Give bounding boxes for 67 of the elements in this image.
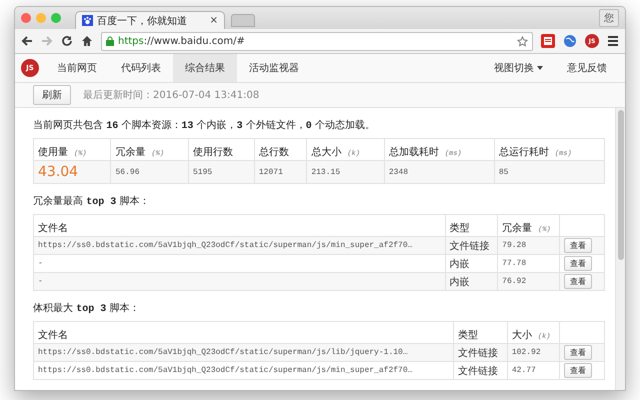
column-header: 冗余量 xyxy=(502,223,532,234)
view-switch-menu[interactable]: 视图切换 xyxy=(482,54,555,82)
nav-tab[interactable]: 综合结果 xyxy=(173,54,237,82)
url-text: https://www.baidu.com/# xyxy=(118,36,246,46)
column-header: 总行数 xyxy=(258,147,289,158)
column-header: 冗余量 xyxy=(115,147,146,158)
column-header: 使用行数 xyxy=(192,147,233,158)
view-button[interactable]: 查看 xyxy=(564,256,592,271)
refresh-button[interactable]: 刷新 xyxy=(33,85,71,105)
stat-value: 213.15 xyxy=(306,160,384,184)
summary-text: 当前网页共包含 16 个脚本资源：13 个内嵌，3 个外链文件，0 个动态加载。 xyxy=(33,118,376,132)
star-icon[interactable] xyxy=(517,36,528,46)
type-cell: 文件链接 xyxy=(454,344,508,362)
feedback-link[interactable]: 意见反馈 xyxy=(555,54,619,82)
home-icon[interactable] xyxy=(81,35,93,47)
close-button[interactable] xyxy=(21,13,31,23)
paw-icon xyxy=(82,15,93,26)
column-header: 文件名 xyxy=(38,223,68,234)
column-header: 总加载耗时 xyxy=(388,147,439,158)
column-header: 总运行耗时 xyxy=(498,147,549,158)
column-header: 类型 xyxy=(450,223,470,234)
view-button[interactable]: 查看 xyxy=(564,345,592,360)
value-cell: 102.92 xyxy=(507,344,560,362)
column-header: 类型 xyxy=(458,330,478,341)
stat-value: 43.04 xyxy=(34,160,111,184)
stat-value: 12071 xyxy=(254,160,307,184)
nav-tab[interactable]: 当前网页 xyxy=(45,54,109,82)
value-cell: 79.28 xyxy=(498,236,560,254)
stat-value: 2348 xyxy=(384,160,494,184)
type-cell: 内嵌 xyxy=(445,272,498,290)
menu-icon[interactable] xyxy=(607,35,619,47)
caret-icon xyxy=(537,66,543,70)
view-button[interactable]: 查看 xyxy=(564,274,592,289)
column-header: 大小 xyxy=(512,330,532,341)
file-cell: https://ss0.bdstatic.com/5aV1bjqh_Q23odCf/static/superman/js/min_super_af2f70… xyxy=(34,362,454,380)
browser-tab[interactable]: 百度一下，你就知道 × xyxy=(75,11,225,29)
type-cell: 文件链接 xyxy=(445,236,498,254)
nav-tab[interactable]: 活动监视器 xyxy=(237,54,311,82)
file-cell: https://ss0.bdstatic.com/5aV1bjqh_Q23odCf/static/superman/js/lib/jquery-1.10… xyxy=(34,344,454,362)
address-bar[interactable]: https://www.baidu.com/# xyxy=(101,32,533,50)
document-icon[interactable] xyxy=(541,34,555,48)
type-cell: 文件链接 xyxy=(454,362,508,380)
back-icon[interactable] xyxy=(21,35,33,47)
nav-tab[interactable]: 代码列表 xyxy=(109,54,173,82)
view-button[interactable]: 查看 xyxy=(564,238,592,253)
scrollbar[interactable] xyxy=(615,108,625,390)
tab-close-button[interactable]: × xyxy=(210,15,218,26)
stat-value: 56.96 xyxy=(110,160,188,184)
section-title: 体积最大 top 3 脚本： xyxy=(33,302,140,315)
stat-value: 5195 xyxy=(188,160,254,184)
scroll-thumb[interactable] xyxy=(618,110,624,260)
globe-icon[interactable] xyxy=(563,34,577,48)
column-header: 总大小 xyxy=(311,147,342,158)
stat-value: 85 xyxy=(494,160,604,184)
last-updated-text: 最后更新时间：2016-07-04 13:41:08 xyxy=(83,88,260,102)
column-header: 文件名 xyxy=(38,330,68,341)
view-button[interactable]: 查看 xyxy=(564,363,592,378)
lock-icon xyxy=(106,36,114,46)
reload-icon[interactable] xyxy=(61,35,73,47)
value-cell: 42.77 xyxy=(507,362,560,380)
file-cell: - xyxy=(34,272,446,290)
profile-button[interactable]: 您 xyxy=(599,9,619,27)
value-cell: 76.92 xyxy=(498,272,560,290)
file-cell: https://ss0.bdstatic.com/5aV1bjqh_Q23odCf/static/superman/js/min_super_af2f70… xyxy=(34,236,446,254)
section-title: 冗余量最高 top 3 脚本： xyxy=(33,194,150,208)
tab-title: 百度一下，你就知道 xyxy=(97,14,188,28)
column-header: 使用量 xyxy=(38,147,68,158)
